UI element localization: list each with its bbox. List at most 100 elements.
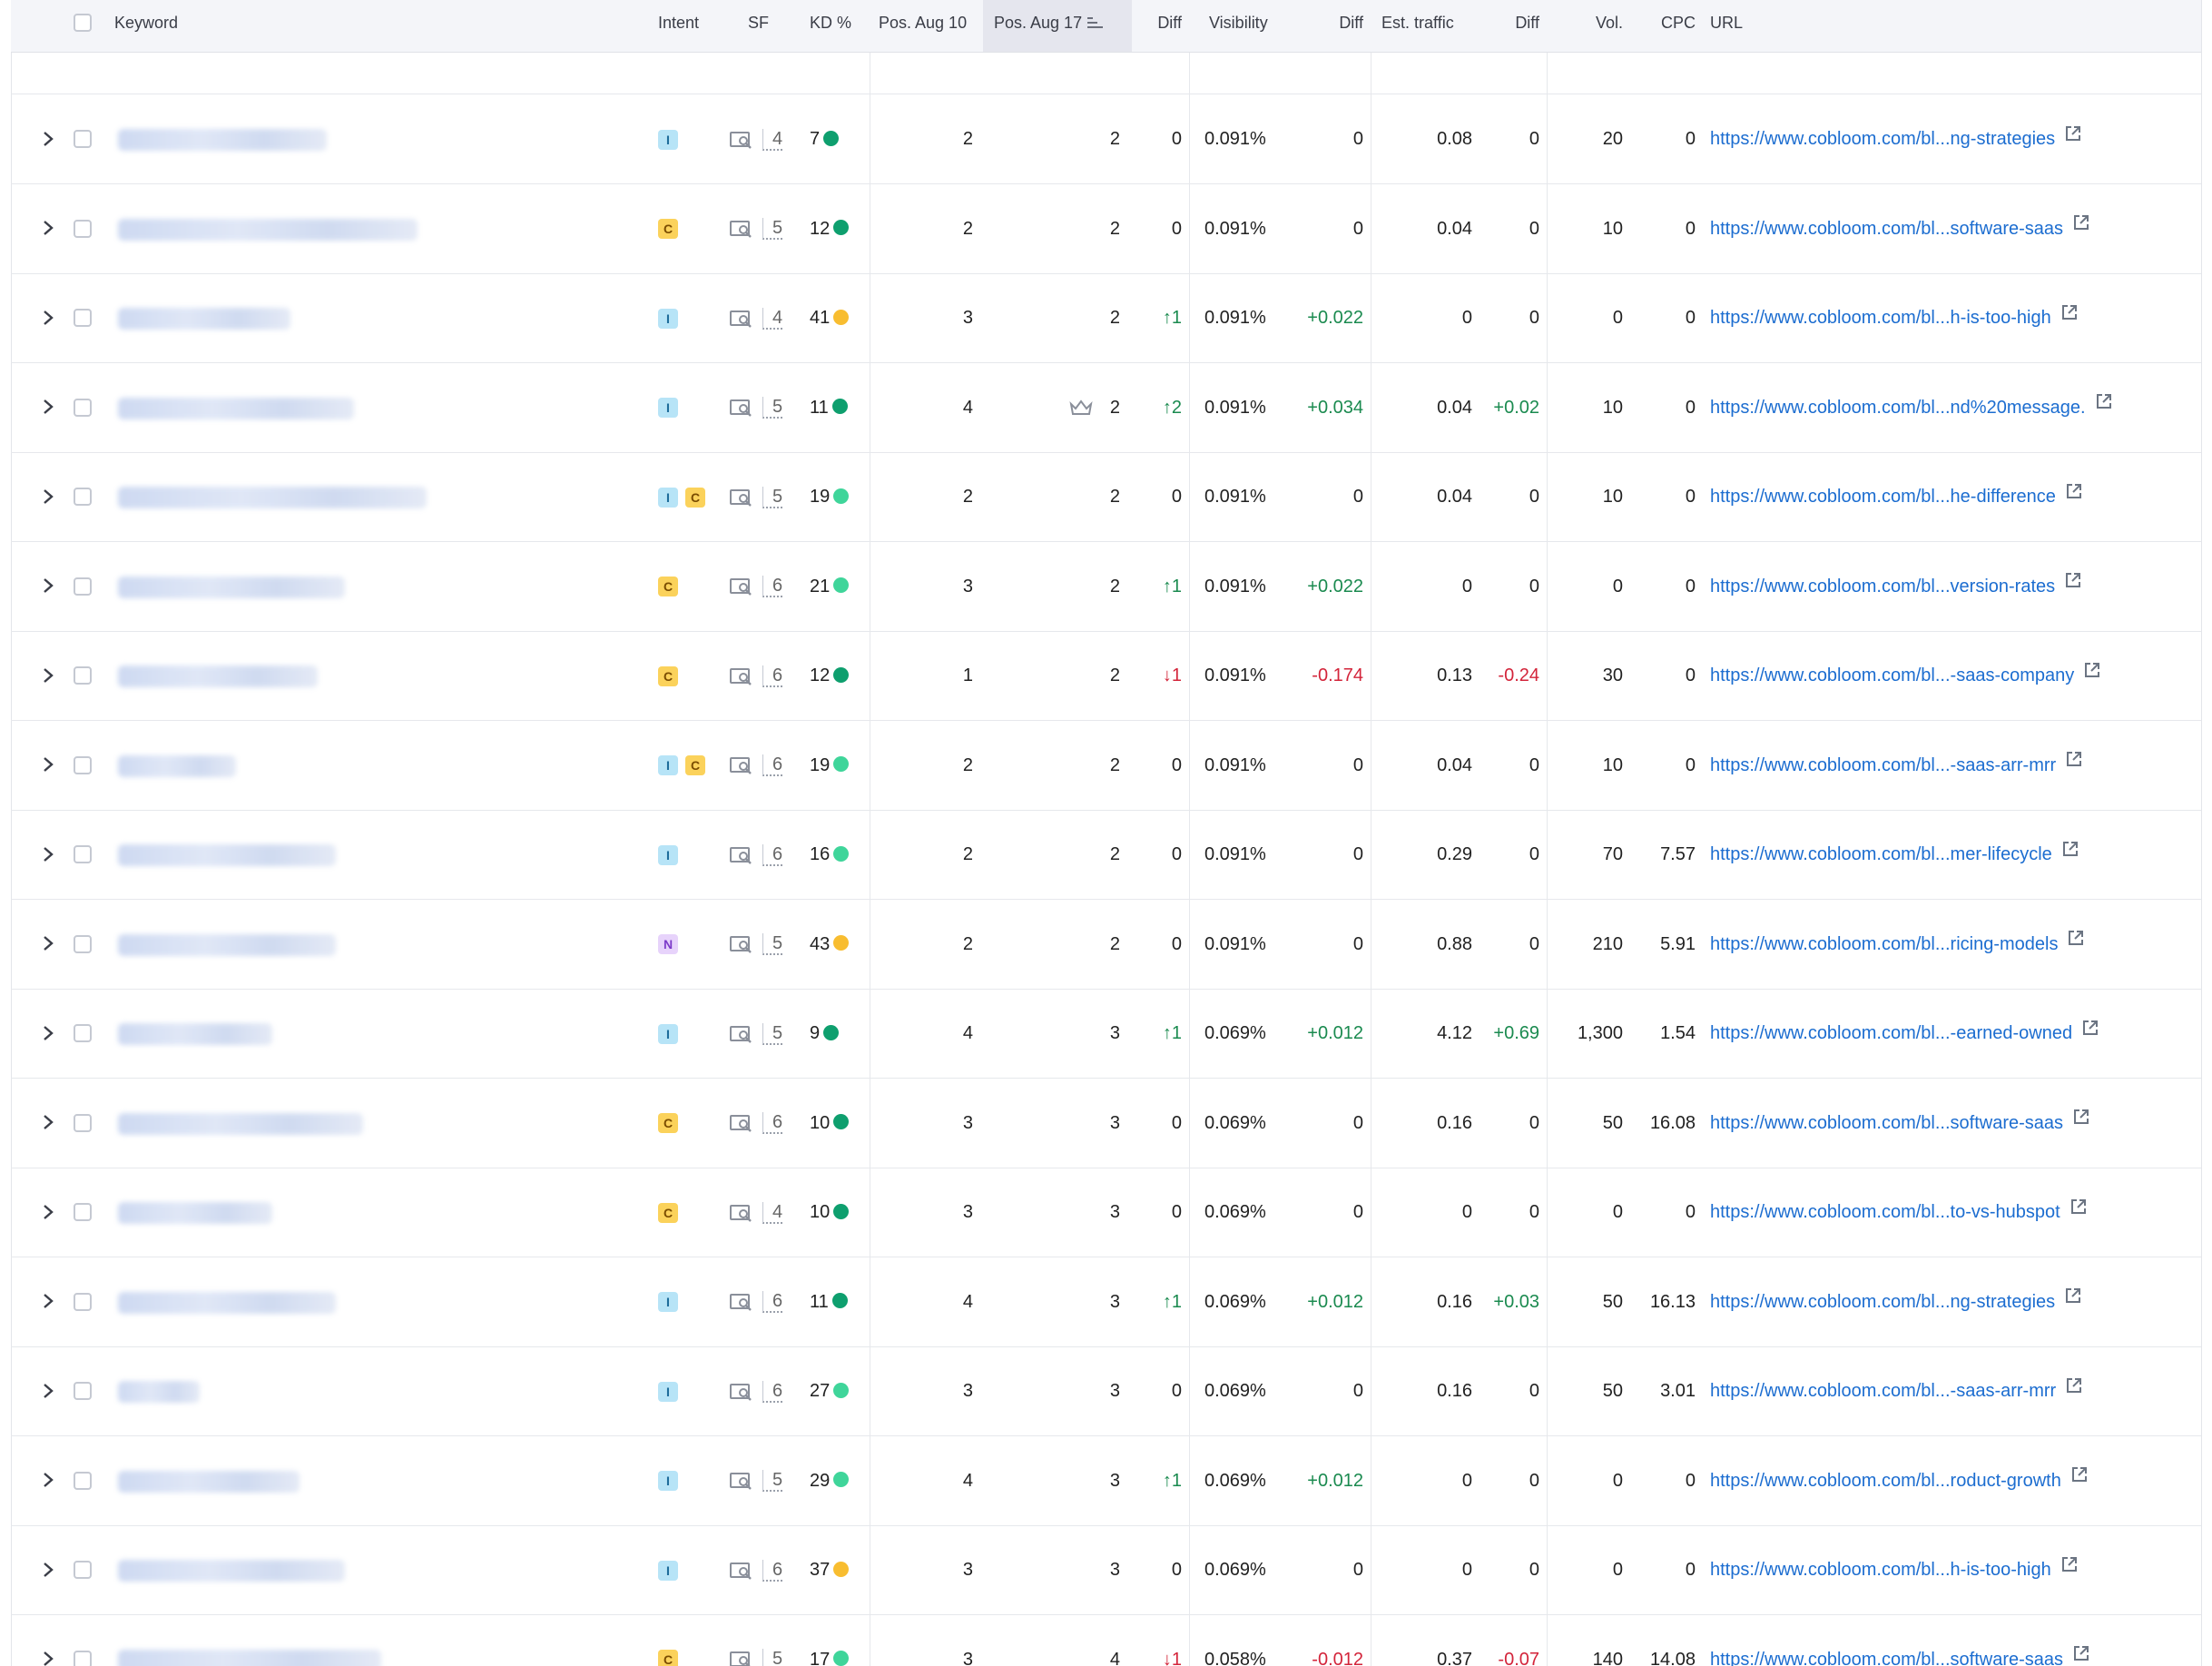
sf-count[interactable]: 6 [762,576,783,598]
external-link-icon[interactable] [2065,450,2083,539]
keyword-redacted[interactable] [118,1649,381,1666]
keyword-redacted[interactable] [118,1112,363,1135]
table-row[interactable]: C 5 17 3 4 ↓1 0.058% -0.012 0.37 -0.07 140 14.08 htt… [11,1615,2201,1666]
keyword-redacted[interactable] [118,844,336,866]
url-text[interactable]: https://www.cobloom.com/bl...to-vs-hubsp… [1710,1202,2060,1222]
external-link-icon[interactable] [2069,1166,2088,1255]
sf-cell[interactable]: 5 [730,1436,783,1525]
sf-cell[interactable]: 5 [730,452,783,541]
keyword-redacted[interactable] [118,1560,345,1582]
external-link-icon[interactable] [2070,1434,2089,1523]
url-link[interactable]: https://www.cobloom.com/bl...-earned-own… [1710,989,2099,1078]
col-url[interactable]: URL [1710,0,1743,52]
keyword-redacted[interactable] [118,129,327,151]
external-link-icon[interactable] [2095,360,2113,449]
external-link-icon[interactable] [2060,271,2079,360]
col-pos-curr[interactable]: Pos. Aug 17 [983,0,1132,52]
keyword-redacted[interactable] [118,1381,200,1403]
expand-chevron-icon[interactable] [42,273,56,362]
sf-count[interactable]: 4 [762,307,783,330]
expand-chevron-icon[interactable] [42,721,56,810]
col-diff[interactable]: Diff [1136,0,1182,52]
sf-count[interactable]: 5 [762,933,783,956]
url-text[interactable]: https://www.cobloom.com/bl...he-differen… [1710,487,2056,507]
keyword-redacted[interactable] [118,1470,300,1493]
sf-cell[interactable]: 6 [730,542,783,631]
keyword-redacted[interactable] [118,576,345,598]
keyword-redacted[interactable] [118,487,427,508]
col-kd[interactable]: KD % [810,0,851,52]
external-link-icon[interactable] [2065,718,2083,807]
row-checkbox[interactable] [74,755,92,774]
external-link-icon[interactable] [2072,182,2090,271]
col-intent[interactable]: Intent [658,0,699,52]
table-row[interactable]: I 4 7 2 2 0 0.091% 0 0.08 0 20 0 https://www.cobloom… [11,94,2201,184]
keyword-redacted[interactable] [118,665,318,687]
sf-cell[interactable]: 6 [730,631,783,720]
expand-chevron-icon[interactable] [42,363,56,452]
table-row[interactable]: I C 5 19 2 2 0 0.091% 0 0.04 0 10 0 https://www.coblo… [11,452,2201,542]
sf-count[interactable]: 5 [762,218,783,241]
url-text[interactable]: https://www.cobloom.com/bl...version-rat… [1710,577,2055,596]
url-link[interactable]: https://www.cobloom.com/bl...to-vs-hubsp… [1710,1168,2088,1257]
expand-chevron-icon[interactable] [42,1079,56,1168]
sf-count[interactable]: 5 [762,1470,783,1493]
url-text[interactable]: https://www.cobloom.com/bl...nd%20messag… [1710,398,2086,418]
sf-count[interactable]: 6 [762,1380,783,1403]
sf-count[interactable]: 5 [762,1649,782,1666]
external-link-icon[interactable] [2061,808,2079,897]
sf-count[interactable]: 6 [762,754,783,777]
sf-cell[interactable]: 6 [730,1079,783,1168]
keyword-redacted[interactable] [118,218,418,241]
external-link-icon[interactable] [2065,1345,2083,1434]
external-link-icon[interactable] [2072,1076,2090,1165]
expand-chevron-icon[interactable] [42,452,56,541]
table-row[interactable]: I 6 37 3 3 0 0.069% 0 0 0 0 0 https://www.cobloom.co… [11,1525,2201,1615]
table-row[interactable]: I 6 16 2 2 0 0.091% 0 0.29 0 70 7.57 https://www.cob… [11,810,2201,900]
row-checkbox[interactable] [74,666,92,685]
row-checkbox[interactable] [74,577,92,596]
table-row[interactable]: C 6 10 3 3 0 0.069% 0 0.16 0 50 16.08 https://www.co… [11,1079,2201,1168]
row-checkbox[interactable] [74,488,92,506]
expand-chevron-icon[interactable] [42,1346,56,1435]
sf-cell[interactable]: 5 [730,989,783,1078]
url-text[interactable]: https://www.cobloom.com/bl...software-sa… [1710,1113,2063,1133]
row-checkbox[interactable] [74,934,92,953]
keyword-redacted[interactable] [118,754,236,777]
external-link-icon[interactable] [2081,987,2099,1076]
expand-chevron-icon[interactable] [42,94,56,183]
row-checkbox[interactable] [74,130,92,148]
url-text[interactable]: https://www.cobloom.com/bl...-saas-arr-m… [1710,755,2056,775]
col-vis-diff[interactable]: Diff [1300,0,1363,52]
url-text[interactable]: https://www.cobloom.com/bl...software-sa… [1710,1650,2063,1666]
url-link[interactable]: https://www.cobloom.com/bl...-saas-compa… [1710,631,2101,720]
keyword-redacted[interactable] [118,1202,272,1224]
url-link[interactable]: https://www.cobloom.com/bl...ricing-mode… [1710,900,2085,989]
expand-chevron-icon[interactable] [42,184,56,273]
col-sf[interactable]: SF [748,0,769,52]
row-checkbox[interactable] [74,219,92,238]
table-row[interactable]: I 4 41 3 2 ↑1 0.091% +0.022 0 0 0 0 https://www.cobl… [11,273,2201,363]
url-text[interactable]: https://www.cobloom.com/bl...-saas-compa… [1710,665,2074,685]
expand-chevron-icon[interactable] [42,1615,56,1666]
sf-count[interactable]: 5 [762,1022,783,1045]
expand-chevron-icon[interactable] [42,1168,56,1257]
url-text[interactable]: https://www.cobloom.com/bl...h-is-too-hi… [1710,308,2051,328]
sf-cell[interactable]: 6 [730,1346,783,1435]
sf-count[interactable]: 6 [762,1559,783,1582]
url-text[interactable]: https://www.cobloom.com/bl...h-is-too-hi… [1710,1560,2051,1580]
table-row[interactable]: I 5 29 4 3 ↑1 0.069% +0.012 0 0 0 0 https://www.cobl… [11,1436,2201,1526]
expand-chevron-icon[interactable] [42,542,56,631]
row-checkbox[interactable] [74,1650,92,1666]
url-text[interactable]: https://www.cobloom.com/bl...-earned-own… [1710,1023,2072,1043]
row-checkbox[interactable] [74,309,92,327]
url-link[interactable]: https://www.cobloom.com/bl...roduct-grow… [1710,1436,2089,1525]
sf-cell[interactable]: 4 [730,1168,783,1257]
sf-cell[interactable]: 4 [730,94,783,183]
external-link-icon[interactable] [2064,1255,2082,1344]
select-all-checkbox[interactable] [74,14,92,32]
external-link-icon[interactable] [2083,629,2101,718]
url-link[interactable]: https://www.cobloom.com/bl...software-sa… [1710,1079,2090,1168]
row-checkbox[interactable] [74,1113,92,1132]
expand-chevron-icon[interactable] [42,631,56,720]
